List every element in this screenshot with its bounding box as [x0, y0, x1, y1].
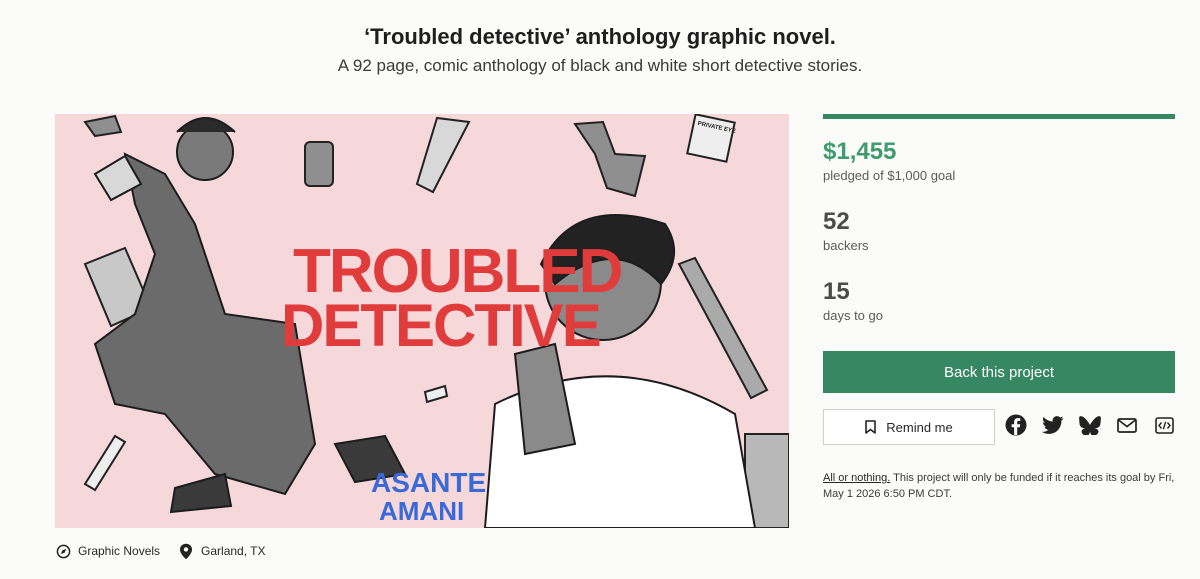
project-hero-image[interactable]: TROUBLED DETECTIVE ASANTE AMANI PRIVATE … [55, 114, 789, 528]
all-or-nothing-link[interactable]: All or nothing. [823, 472, 890, 484]
bookmark-icon [865, 420, 877, 434]
backers-count: 52 [823, 208, 850, 235]
remind-me-label: Remind me [886, 419, 953, 435]
location-link[interactable]: Garland, TX [178, 543, 266, 559]
project-page: ‘Troubled detective’ anthology graphic n… [0, 0, 1200, 579]
all-or-nothing-notice: All or nothing. This project will only b… [823, 470, 1175, 502]
pill-bottle-prop [304, 141, 334, 187]
bluesky-icon[interactable] [1079, 414, 1101, 436]
email-icon[interactable] [1116, 414, 1138, 436]
share-buttons [1003, 414, 1175, 436]
pledged-label: pledged of $1,000 goal [823, 168, 956, 183]
backers-label: backers [823, 238, 869, 253]
pledged-amount: $1,455 [823, 138, 897, 165]
project-title: ‘Troubled detective’ anthology graphic n… [364, 24, 836, 49]
author-name-line2: AMANI [379, 496, 464, 526]
days-count: 15 [823, 278, 850, 305]
back-this-project-button[interactable]: Back this project [823, 351, 1175, 393]
pledged-stat: $1,455 pledged of $1,000 goal [823, 138, 955, 183]
comic-cover-art: TROUBLED DETECTIVE ASANTE AMANI PRIVATE … [55, 114, 789, 528]
twitter-icon[interactable] [1042, 414, 1064, 436]
map-pin-icon [178, 543, 194, 559]
funding-progress-fill [823, 114, 1175, 119]
location-label: Garland, TX [201, 544, 266, 558]
embed-icon[interactable] [1153, 414, 1175, 436]
category-link[interactable]: Graphic Novels [55, 543, 160, 559]
backers-stat: 52 backers [823, 208, 869, 253]
days-label: days to go [823, 308, 883, 323]
facebook-icon[interactable] [1005, 414, 1027, 436]
project-meta: Graphic Novels Garland, TX [55, 543, 284, 559]
funding-sidebar: $1,455 pledged of $1,000 goal 52 backers… [823, 114, 1175, 500]
author-name-line1: ASANTE [371, 467, 486, 498]
comic-title-line2: DETECTIVE [281, 292, 600, 359]
remind-me-button[interactable]: Remind me [823, 409, 995, 445]
private-eye-card-prop [686, 114, 736, 163]
days-stat: 15 days to go [823, 278, 883, 323]
category-label: Graphic Novels [78, 544, 161, 558]
compass-icon [55, 543, 71, 559]
funding-progress-bar [823, 114, 1175, 119]
project-subtitle: A 92 page, comic anthology of black and … [337, 56, 863, 75]
